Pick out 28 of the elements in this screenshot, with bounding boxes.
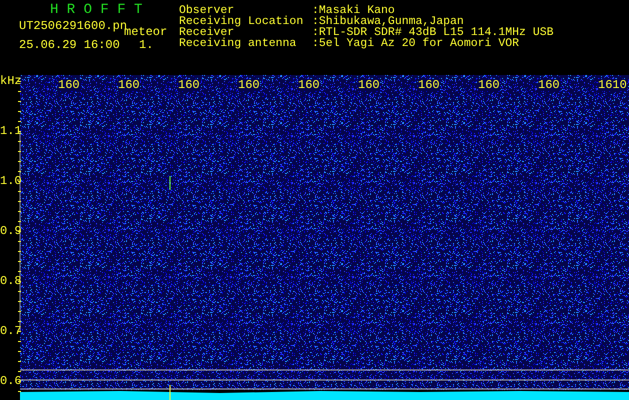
info-label: Receiver xyxy=(179,27,234,38)
time-label: 160 xyxy=(118,79,140,91)
app-title: H R O F F T xyxy=(50,2,142,18)
frequency-label: 1.1 xyxy=(0,125,22,137)
time-label: 1610 xyxy=(598,79,627,91)
time-label: 160 xyxy=(358,79,380,91)
frequency-label: 1.0 xyxy=(0,175,22,187)
time-label: 160 xyxy=(298,79,320,91)
info-value: :RTL-SDR SDR# 43dB L15 114.1MHz USB xyxy=(312,27,554,38)
date-time: 25.06.29 16:00 xyxy=(19,38,120,52)
frequency-label: 0.9 xyxy=(0,225,22,237)
info-label: Receiving Location xyxy=(179,16,304,27)
frequency-label: 0.8 xyxy=(0,275,22,287)
axis-unit: kHz xyxy=(0,75,22,87)
frequency-label: 0.7 xyxy=(0,325,22,337)
event-count: 1. xyxy=(139,38,154,52)
info-value: :5el Yagi Az 20 for Aomori VOR xyxy=(312,38,520,49)
time-label: 160 xyxy=(418,79,440,91)
info-label: Receiving antenna xyxy=(179,38,298,49)
time-label: 160 xyxy=(238,79,260,91)
frequency-label: 0.6 xyxy=(0,375,22,387)
info-value: :Shibukawa,Gunma,Japan xyxy=(312,16,465,27)
time-label: 160 xyxy=(478,79,500,91)
info-value: :Masaki Kano xyxy=(312,5,395,16)
info-label: Observer xyxy=(179,5,234,16)
time-label: 160 xyxy=(538,79,560,91)
time-label: 160 xyxy=(58,79,80,91)
time-label: 160 xyxy=(178,79,200,91)
